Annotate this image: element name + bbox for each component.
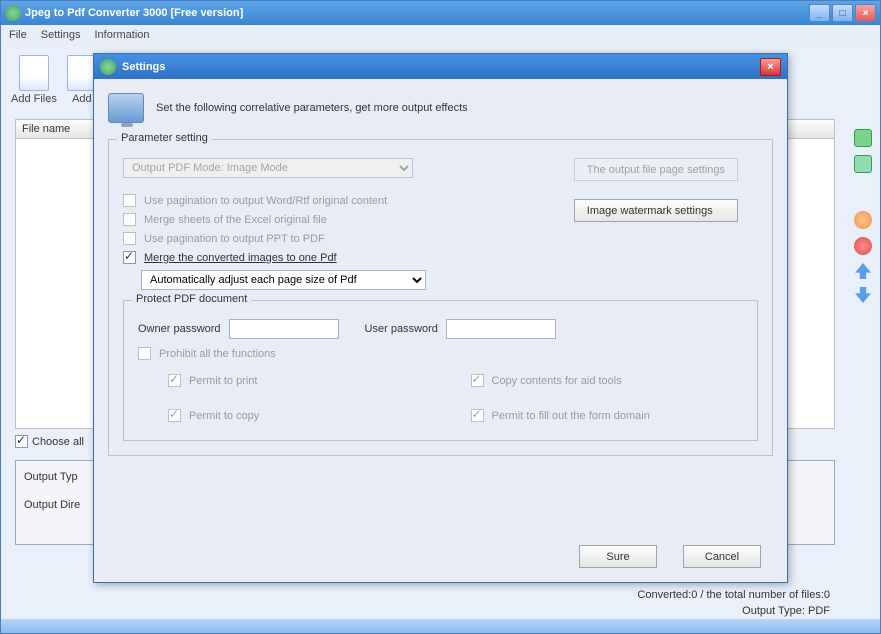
choose-all-checkbox[interactable] bbox=[15, 435, 28, 448]
page-size-select[interactable]: Automatically adjust each page size of P… bbox=[141, 270, 426, 290]
watermark-button[interactable]: Image watermark settings bbox=[574, 199, 738, 222]
user-password-label: User password bbox=[365, 323, 438, 335]
statusbar: Converted:0 / the total number of files:… bbox=[637, 589, 830, 617]
output-type-text: Output Type: PDF bbox=[637, 605, 830, 617]
owner-password-input[interactable] bbox=[229, 319, 339, 339]
menu-settings[interactable]: Settings bbox=[41, 29, 81, 41]
main-titlebar: Jpeg to Pdf Converter 3000 [Free version… bbox=[1, 1, 880, 25]
parameter-fieldset: Parameter setting Output PDF Mode: Image… bbox=[108, 139, 773, 456]
settings-titlebar[interactable]: Settings × bbox=[94, 54, 787, 79]
settings-footer: Sure Cancel bbox=[579, 545, 761, 568]
settings-icon bbox=[100, 59, 116, 75]
add-folder-icon[interactable] bbox=[854, 155, 872, 173]
pdf-mode-select: Output PDF Mode: Image Mode bbox=[123, 158, 413, 178]
monitor-icon bbox=[108, 93, 144, 123]
settings-intro: Set the following correlative parameters… bbox=[94, 79, 787, 133]
status-text: Converted:0 / the total number of files:… bbox=[637, 589, 830, 601]
window-frame-bottom bbox=[1, 619, 880, 633]
permit-form-label: Permit to fill out the form domain bbox=[492, 410, 650, 422]
choose-all-label: Choose all bbox=[32, 436, 84, 448]
pagination-ppt-checkbox bbox=[123, 232, 136, 245]
settings-title: Settings bbox=[122, 61, 165, 73]
app-icon bbox=[5, 5, 21, 21]
menubar: File Settings Information bbox=[1, 25, 880, 45]
menu-file[interactable]: File bbox=[9, 29, 27, 41]
document-icon bbox=[19, 55, 49, 91]
owner-password-label: Owner password bbox=[138, 323, 221, 335]
add-files-button[interactable]: Add Files bbox=[11, 55, 57, 105]
permit-copytools-label: Copy contents for aid tools bbox=[492, 375, 622, 387]
add-folder-label: Add bbox=[72, 93, 92, 105]
settings-intro-text: Set the following correlative parameters… bbox=[156, 102, 468, 114]
prohibit-checkbox bbox=[138, 347, 151, 360]
permit-copytools-checkbox bbox=[471, 374, 484, 387]
permit-copy-label: Permit to copy bbox=[189, 410, 259, 422]
merge-excel-label: Merge sheets of the Excel original file bbox=[144, 214, 327, 226]
merge-images-checkbox[interactable] bbox=[123, 251, 136, 264]
cancel-button[interactable]: Cancel bbox=[683, 545, 761, 568]
user-password-input[interactable] bbox=[446, 319, 556, 339]
main-window: Jpeg to Pdf Converter 3000 [Free version… bbox=[0, 0, 881, 634]
permit-form-checkbox bbox=[471, 409, 484, 422]
main-title: Jpeg to Pdf Converter 3000 [Free version… bbox=[25, 7, 243, 19]
prohibit-label: Prohibit all the functions bbox=[159, 348, 276, 360]
merge-excel-checkbox bbox=[123, 213, 136, 226]
permit-copy-checkbox bbox=[168, 409, 181, 422]
minimize-button[interactable]: _ bbox=[809, 4, 830, 22]
parameter-legend: Parameter setting bbox=[117, 132, 212, 144]
move-up-icon[interactable] bbox=[855, 263, 871, 279]
right-sidebar bbox=[854, 129, 872, 303]
add-icon[interactable] bbox=[854, 129, 872, 147]
pagination-ppt-label: Use pagination to output PPT to PDF bbox=[144, 233, 325, 245]
move-down-icon[interactable] bbox=[855, 287, 871, 303]
protect-legend: Protect PDF document bbox=[132, 293, 251, 305]
permit-print-checkbox bbox=[168, 374, 181, 387]
sure-button[interactable]: Sure bbox=[579, 545, 657, 568]
page-settings-button: The output file page settings bbox=[574, 158, 738, 181]
protect-fieldset: Protect PDF document Owner password User… bbox=[123, 300, 758, 441]
menu-information[interactable]: Information bbox=[94, 29, 149, 41]
pagination-word-label: Use pagination to output Word/Rtf origin… bbox=[144, 195, 387, 207]
maximize-button[interactable]: □ bbox=[832, 4, 853, 22]
close-button[interactable]: × bbox=[855, 4, 876, 22]
delete-icon[interactable] bbox=[854, 237, 872, 255]
grid-header-filename: File name bbox=[22, 123, 70, 135]
settings-close-button[interactable]: × bbox=[760, 58, 781, 76]
settings-dialog: Settings × Set the following correlative… bbox=[93, 53, 788, 583]
merge-images-label: Merge the converted images to one Pdf bbox=[144, 252, 337, 264]
add-files-label: Add Files bbox=[11, 93, 57, 105]
pagination-word-checkbox bbox=[123, 194, 136, 207]
permit-print-label: Permit to print bbox=[189, 375, 257, 387]
remove-icon[interactable] bbox=[854, 211, 872, 229]
